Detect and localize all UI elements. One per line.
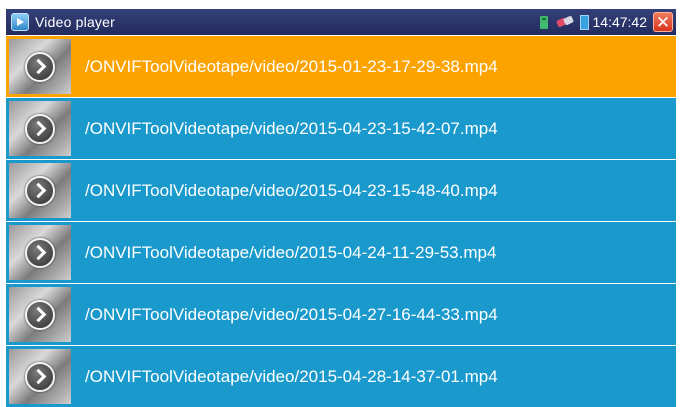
- play-icon: [25, 361, 55, 392]
- file-name: /ONVIFToolVideotape/video/2015-04-28-14-…: [85, 366, 498, 386]
- video-thumbnail: [9, 39, 71, 94]
- play-icon: [25, 113, 55, 144]
- video-thumbnail: [9, 349, 71, 404]
- file-row-6[interactable]: /ONVIFToolVideotape/video/2015-04-28-14-…: [6, 346, 676, 407]
- video-thumbnail: [9, 163, 71, 218]
- file-row-4[interactable]: /ONVIFToolVideotape/video/2015-04-24-11-…: [6, 222, 676, 283]
- file-row-2[interactable]: /ONVIFToolVideotape/video/2015-04-23-15-…: [6, 98, 676, 159]
- play-icon: [25, 175, 55, 206]
- play-icon: [25, 237, 55, 268]
- play-icon: [25, 299, 55, 330]
- file-row-5[interactable]: /ONVIFToolVideotape/video/2015-04-27-16-…: [6, 284, 676, 345]
- file-name: /ONVIFToolVideotape/video/2015-01-23-17-…: [85, 56, 498, 76]
- clock: 14:47:42: [592, 14, 648, 30]
- close-button[interactable]: ✕: [653, 12, 673, 32]
- video-player-icon: [11, 13, 29, 31]
- video-thumbnail: [9, 287, 71, 342]
- video-thumbnail: [9, 225, 71, 280]
- close-icon: ✕: [655, 13, 671, 32]
- file-row-3[interactable]: /ONVIFToolVideotape/video/2015-04-23-15-…: [6, 160, 676, 221]
- file-row-1[interactable]: /ONVIFToolVideotape/video/2015-01-23-17-…: [6, 36, 676, 97]
- file-name: /ONVIFToolVideotape/video/2015-04-23-15-…: [85, 180, 498, 200]
- play-icon: [25, 51, 55, 82]
- network-link-icon: [557, 17, 573, 27]
- video-thumbnail: [9, 101, 71, 156]
- title-bar: Video player 14:47:42 ✕: [6, 9, 676, 35]
- video-player-window: Video player 14:47:42 ✕ /ONVIFToolVideot…: [0, 0, 680, 407]
- file-name: /ONVIFToolVideotape/video/2015-04-23-15-…: [85, 118, 498, 138]
- file-name: /ONVIFToolVideotape/video/2015-04-27-16-…: [85, 304, 498, 324]
- battery-icon: [579, 14, 589, 30]
- window-title: Video player: [35, 14, 115, 30]
- file-name: /ONVIFToolVideotape/video/2015-04-24-11-…: [85, 242, 497, 262]
- status-area: 14:47:42 ✕: [539, 9, 677, 35]
- sd-card-icon: [539, 15, 548, 29]
